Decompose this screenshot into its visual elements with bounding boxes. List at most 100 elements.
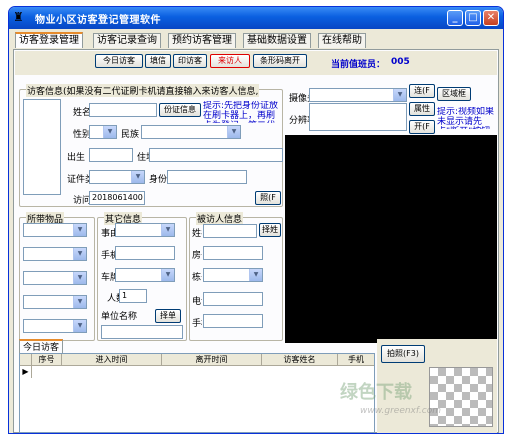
print-button[interactable]: 印访客 — [173, 54, 207, 68]
chevron-down-icon: ▼ — [161, 224, 174, 236]
building-label: 栋号 — [192, 273, 202, 283]
chevron-down-icon: ▼ — [73, 320, 86, 332]
id-tip: 提示:先把身份证放在刷卡器上，再刷卡为登记。第二代 — [203, 101, 279, 123]
capture-button[interactable]: 拍照(F3) — [381, 345, 425, 363]
col-header-visitor-name[interactable]: 访客姓名 — [262, 354, 338, 366]
phone-label: 手机 — [101, 251, 115, 261]
title-bar: ♜ 物业小区访客登记管理软件 _ □ ✕ — [9, 7, 503, 29]
host-mobile-input[interactable] — [203, 314, 263, 328]
visit-number-input[interactable]: 2018061400 — [89, 191, 145, 205]
belonging-select-3[interactable]: ▼ — [23, 271, 87, 285]
watermark: 绿色下载 www.greenxf.com — [300, 378, 500, 428]
gender-select[interactable]: ▼ — [89, 125, 117, 139]
read-id-button[interactable]: 份证信息 — [159, 103, 201, 117]
select-host-button[interactable]: 择姓 — [259, 223, 281, 237]
visitor-info-legend: 访客信息(如果没有二代证刷卡机请直接输入来访客人信息, — [26, 84, 260, 97]
col-header-leave-time[interactable]: 离开时间 — [162, 354, 262, 366]
properties-button[interactable]: 属性 — [409, 102, 435, 116]
host-tel-label: 电话 — [192, 297, 202, 307]
count-label: 人数 — [107, 294, 119, 304]
app-window: ♜ 物业小区访客登记管理软件 _ □ ✕ 访客登录管理 访客记录查询 预约访客管… — [8, 6, 504, 434]
close-button[interactable]: ✕ — [483, 10, 499, 26]
id-type-select[interactable]: ▼ — [89, 170, 145, 184]
host-tel-input[interactable] — [203, 292, 263, 306]
maximize-button[interactable]: □ — [465, 10, 481, 26]
belonging-select-2[interactable]: ▼ — [23, 247, 87, 261]
chevron-down-icon: ▼ — [393, 89, 406, 101]
col-header-mobile[interactable]: 手机 — [338, 354, 374, 366]
camera-tip: 提示:视频如果未显示请先点"断开"按钮再 — [437, 107, 495, 129]
birth-label: 出生 — [67, 153, 86, 163]
room-label: 房号 — [192, 251, 202, 261]
col-header-enter-time[interactable]: 进入时间 — [62, 354, 162, 366]
plate-select[interactable]: ▼ — [115, 268, 175, 282]
fill-button[interactable]: 填信 — [145, 54, 171, 68]
tab-online-help[interactable]: 在线帮助 — [318, 33, 366, 48]
host-mobile-label: 手机 — [192, 319, 202, 329]
main-tabs: 访客登录管理 访客记录查询 预约访客管理 基础数据设置 在线帮助 — [13, 32, 499, 50]
row-header-corner — [20, 354, 32, 366]
unit-input[interactable] — [101, 325, 183, 339]
chevron-down-icon: ▼ — [103, 126, 116, 138]
room-input[interactable] — [203, 246, 263, 260]
visit-number-label: 访问 — [73, 196, 89, 206]
count-input[interactable]: 1 — [119, 289, 147, 303]
id-number-input[interactable] — [167, 170, 247, 184]
host-name-input[interactable] — [203, 224, 257, 238]
connect-button[interactable]: 连(F — [409, 84, 435, 98]
app-icon: ♜ — [13, 10, 24, 24]
address-input[interactable] — [149, 148, 283, 162]
register-visitor-button[interactable]: 来访人 — [210, 54, 250, 68]
phone-input[interactable] — [115, 246, 175, 260]
select-unit-button[interactable]: 择单 — [155, 309, 181, 323]
plate-label: 车牌 — [101, 273, 115, 283]
camera-select[interactable]: ▼ — [309, 88, 407, 102]
chevron-down-icon: ▼ — [73, 224, 86, 236]
photo-button[interactable]: 照(F — [255, 191, 281, 205]
unit-label: 单位名称 — [101, 312, 138, 322]
chevron-down-icon: ▼ — [131, 171, 144, 183]
building-select[interactable]: ▼ — [203, 268, 263, 282]
tab-appointments[interactable]: 预约访客管理 — [168, 33, 236, 48]
belonging-select-5[interactable]: ▼ — [23, 319, 87, 333]
window-title: 物业小区访客登记管理软件 — [35, 15, 161, 26]
resolution-label: 分辨率 — [289, 116, 309, 126]
resolution-list[interactable] — [309, 103, 407, 131]
id-number-label: 身份证 — [149, 175, 167, 185]
tab-visitor-register[interactable]: 访客登录管理 — [15, 32, 83, 48]
tab-visitor-records[interactable]: 访客记录查询 — [93, 33, 161, 48]
current-row-indicator: ▶ — [20, 366, 32, 378]
duty-value: 005 — [391, 57, 410, 67]
today-visitors-button[interactable]: 今日访客 — [95, 54, 143, 68]
barcode-leave-button[interactable]: 条形码离开 — [253, 54, 307, 68]
watermark-logo: 绿色下载 — [340, 382, 412, 403]
watermark-url: www.greenxf.com — [360, 406, 441, 416]
reason-select[interactable]: ▼ — [115, 223, 175, 237]
duty-label: 当前值班员： — [331, 60, 386, 70]
chevron-down-icon: ▼ — [73, 296, 86, 308]
chevron-down-icon: ▼ — [227, 126, 240, 138]
chevron-down-icon: ▼ — [73, 248, 86, 260]
tab-basic-data[interactable]: 基础数据设置 — [243, 33, 311, 48]
chevron-down-icon: ▼ — [249, 269, 262, 281]
chevron-down-icon: ▼ — [73, 272, 86, 284]
region-button[interactable]: 区域框 — [437, 87, 471, 101]
col-header-index[interactable]: 序号 — [32, 354, 62, 366]
belonging-select-1[interactable]: ▼ — [23, 223, 87, 237]
camera-label: 摄像头 — [289, 94, 309, 104]
minimize-button[interactable]: _ — [447, 10, 463, 26]
id-type-label: 证件类 — [67, 175, 89, 185]
ethnicity-select[interactable]: ▼ — [141, 125, 241, 139]
toolbar: 今日访客 填信 印访客 来访人 条形码离开 当前值班员： 005 — [15, 51, 497, 75]
visitor-photo — [23, 99, 61, 195]
host-name-label: 姓名 — [192, 229, 202, 239]
name-input[interactable] — [89, 103, 157, 117]
chevron-down-icon: ▼ — [161, 269, 174, 281]
open-camera-button[interactable]: 开(F — [409, 120, 435, 134]
gender-label: 性别 — [73, 130, 89, 140]
ethnicity-label: 民族 — [121, 130, 140, 140]
belonging-select-4[interactable]: ▼ — [23, 295, 87, 309]
reason-label: 事由 — [101, 229, 115, 239]
birth-input[interactable] — [89, 148, 133, 162]
address-label: 住址 — [137, 153, 149, 163]
